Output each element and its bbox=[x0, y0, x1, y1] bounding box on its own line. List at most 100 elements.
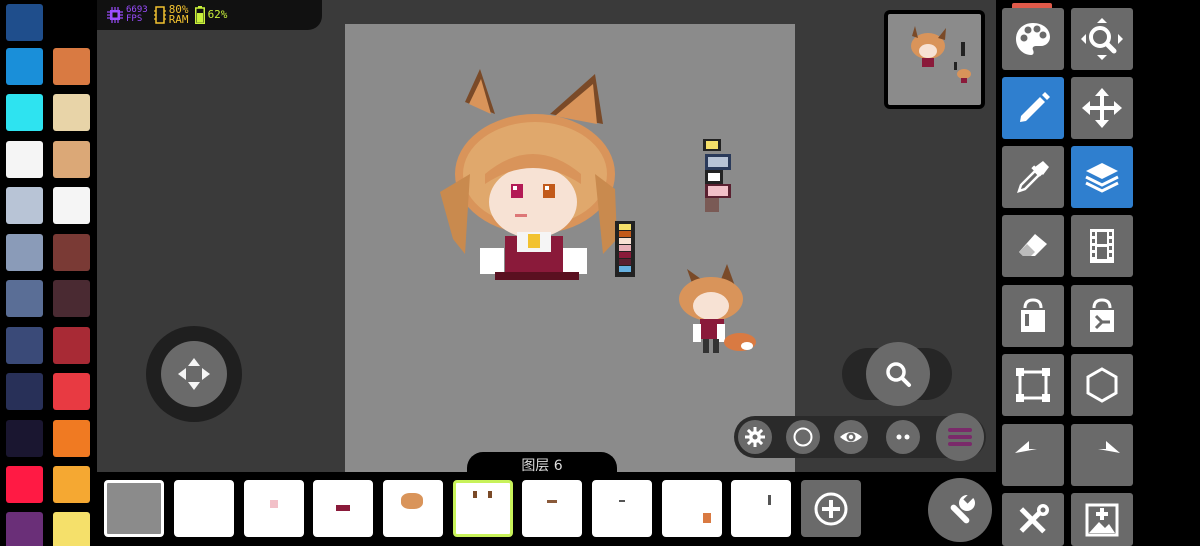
more-options-button[interactable] bbox=[886, 420, 920, 454]
undo-button[interactable] bbox=[1002, 424, 1064, 486]
layer-thumb-content bbox=[336, 505, 350, 511]
tools-icon bbox=[1019, 503, 1049, 533]
small-fox-girl-sprite bbox=[679, 264, 756, 353]
layer-thumb-background[interactable] bbox=[104, 480, 164, 537]
redo-button[interactable] bbox=[1071, 424, 1133, 486]
visibility-button[interactable] bbox=[834, 420, 868, 454]
undo-icon bbox=[1015, 441, 1037, 453]
battery-indicator: 62% bbox=[194, 6, 228, 24]
select-rect-icon bbox=[1016, 368, 1050, 402]
layer-thumb-content bbox=[547, 500, 557, 503]
ram-label: RAM bbox=[168, 13, 189, 26]
two-dots-icon bbox=[896, 434, 910, 440]
plus-circle-icon bbox=[814, 492, 848, 525]
color-strip-large bbox=[615, 221, 635, 277]
color-swatch[interactable] bbox=[6, 512, 43, 546]
bucket-pattern-icon bbox=[1090, 298, 1114, 332]
color-swatch[interactable] bbox=[53, 187, 90, 224]
layer-thumb-6[interactable] bbox=[522, 480, 582, 537]
battery-icon bbox=[194, 6, 205, 24]
layer-thumb-8[interactable] bbox=[662, 480, 722, 537]
fill-tool[interactable] bbox=[1002, 285, 1064, 347]
preview-artwork bbox=[911, 26, 971, 83]
frames-tool[interactable] bbox=[1071, 215, 1133, 277]
color-swatch[interactable] bbox=[6, 234, 43, 271]
layer-thumb-1[interactable] bbox=[174, 480, 234, 537]
drawing-canvas[interactable] bbox=[345, 24, 795, 472]
hexagon-icon bbox=[1086, 367, 1118, 403]
color-swatch[interactable] bbox=[53, 466, 90, 503]
main-menu-button[interactable] bbox=[936, 413, 984, 461]
color-swatch[interactable] bbox=[6, 327, 43, 364]
palette-icon bbox=[1016, 23, 1050, 55]
layer-thumb-content bbox=[270, 500, 278, 508]
color-swatch[interactable] bbox=[53, 234, 90, 271]
move-icon bbox=[1082, 88, 1122, 128]
add-image-button[interactable] bbox=[1071, 493, 1133, 546]
color-swatch[interactable] bbox=[6, 187, 43, 224]
color-swatch[interactable] bbox=[6, 420, 43, 457]
color-swatch[interactable] bbox=[6, 373, 43, 410]
canvas-settings-button[interactable] bbox=[738, 420, 772, 454]
layer-thumb-7[interactable] bbox=[592, 480, 652, 537]
color-swatch[interactable] bbox=[53, 94, 90, 131]
zoom-tool[interactable] bbox=[1071, 8, 1133, 70]
layer-thumb-content bbox=[619, 500, 625, 502]
shape-tool[interactable] bbox=[1071, 354, 1133, 416]
color-swatch[interactable] bbox=[53, 280, 90, 317]
zoom-button[interactable] bbox=[866, 342, 930, 406]
palette-tool[interactable] bbox=[1002, 8, 1064, 70]
pan-joystick[interactable] bbox=[146, 326, 242, 422]
layers-icon bbox=[1085, 163, 1119, 193]
right-margin bbox=[1140, 0, 1200, 546]
color-swatch[interactable] bbox=[6, 94, 43, 131]
layer-thumb-content bbox=[473, 491, 477, 498]
large-fox-girl-sprite bbox=[440, 69, 617, 280]
color-strip-small bbox=[703, 139, 731, 212]
pencil-tool[interactable] bbox=[1002, 77, 1064, 139]
tool-panel bbox=[996, 0, 1140, 546]
color-swatch[interactable] bbox=[53, 48, 90, 85]
bucket-icon bbox=[1021, 298, 1045, 332]
battery-value: 62% bbox=[207, 8, 228, 21]
canvas-preview[interactable] bbox=[884, 10, 985, 109]
joystick-knob[interactable] bbox=[161, 341, 227, 407]
select-rect-tool[interactable] bbox=[1002, 354, 1064, 416]
move-tool[interactable] bbox=[1071, 77, 1133, 139]
redo-icon bbox=[1098, 441, 1120, 453]
layer-thumb-content bbox=[768, 495, 771, 505]
pixel-editor-app: 6693 FPS 80% RAM 62% 图层 6 bbox=[0, 0, 1200, 546]
color-swatch[interactable] bbox=[53, 141, 90, 178]
color-swatch[interactable] bbox=[6, 466, 43, 503]
eyedropper-tool[interactable] bbox=[1002, 146, 1064, 208]
color-swatch[interactable] bbox=[53, 327, 90, 364]
add-layer-button[interactable] bbox=[801, 480, 861, 537]
color-swatch[interactable] bbox=[6, 48, 43, 85]
fps-label: FPS bbox=[126, 14, 143, 24]
color-swatch[interactable] bbox=[53, 512, 90, 546]
magnifier-icon bbox=[886, 362, 911, 387]
color-palette bbox=[0, 0, 97, 546]
layer-thumb-2[interactable] bbox=[244, 480, 304, 537]
add-image-icon bbox=[1085, 503, 1119, 536]
fill-pattern-tool[interactable] bbox=[1071, 285, 1133, 347]
settings-wrench-button[interactable] bbox=[928, 478, 992, 542]
layer-thumb-9[interactable] bbox=[731, 480, 791, 537]
layer-thumb-5-selected[interactable] bbox=[453, 480, 513, 537]
brush-shape-button[interactable] bbox=[786, 420, 820, 454]
ram-indicator: 80% RAM bbox=[153, 4, 189, 26]
color-swatch[interactable] bbox=[53, 373, 90, 410]
color-swatch[interactable] bbox=[53, 420, 90, 457]
layer-thumb-content bbox=[703, 513, 711, 523]
move-arrows-icon bbox=[178, 358, 210, 390]
tools-settings-button[interactable] bbox=[1002, 493, 1064, 546]
layers-tool[interactable] bbox=[1071, 146, 1133, 208]
circle-outline-icon bbox=[793, 427, 813, 447]
color-swatch[interactable] bbox=[6, 4, 43, 41]
eyedropper-icon bbox=[1017, 161, 1049, 193]
layer-thumb-4[interactable] bbox=[383, 480, 443, 537]
eraser-tool[interactable] bbox=[1002, 215, 1064, 277]
color-swatch[interactable] bbox=[6, 141, 43, 178]
layer-thumb-3[interactable] bbox=[313, 480, 373, 537]
color-swatch[interactable] bbox=[6, 280, 43, 317]
